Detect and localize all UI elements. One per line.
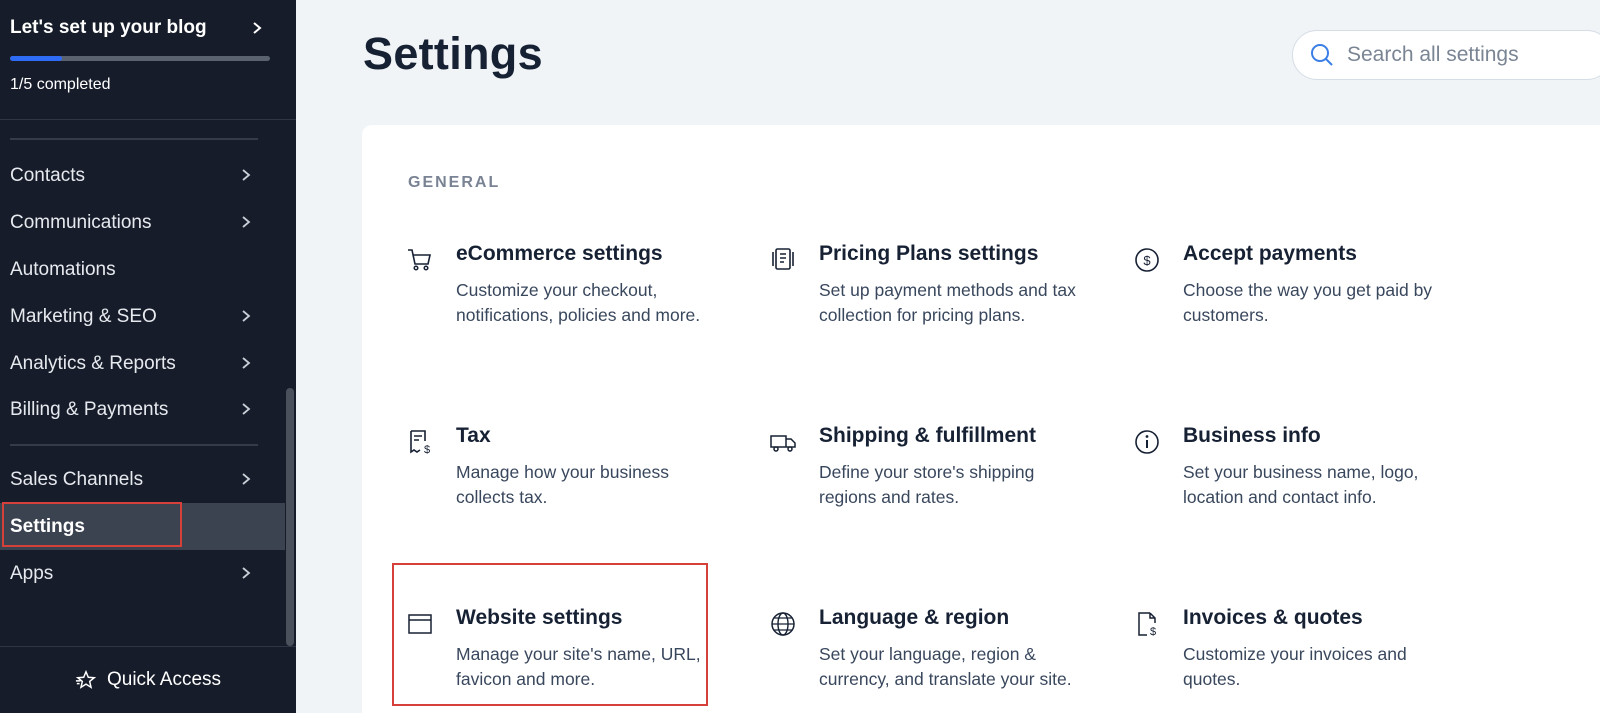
- sidebar-item-automations[interactable]: Automations: [0, 246, 285, 293]
- tile-title: Tax: [456, 424, 491, 447]
- tile-accept-payments[interactable]: $ Accept payments Choose the way you get…: [1133, 242, 1463, 382]
- quick-access-label: Quick Access: [106, 669, 222, 690]
- tile-title: Business info: [1183, 424, 1321, 447]
- quick-access-button[interactable]: Quick Access: [0, 646, 296, 713]
- sidebar-item-contacts[interactable]: Contacts: [0, 152, 285, 199]
- quick-access-icon: [75, 669, 97, 689]
- settings-card: GENERAL eCommerce settings Customize you…: [362, 125, 1600, 713]
- svg-text:$: $: [1150, 626, 1156, 638]
- tile-title: Accept payments: [1183, 242, 1357, 265]
- sidebar-item-label: Communications: [10, 211, 152, 233]
- sidebar-item-communications[interactable]: Communications: [0, 199, 285, 246]
- sidebar-item-marketing-seo[interactable]: Marketing & SEO: [0, 293, 285, 340]
- tile-title: Language & region: [819, 606, 1010, 629]
- search-box[interactable]: [1292, 30, 1600, 80]
- sidebar-item-label: Analytics & Reports: [10, 352, 176, 374]
- sidebar-item-label: Billing & Payments: [10, 398, 169, 420]
- sidebar-scrollbar[interactable]: [286, 388, 294, 646]
- tile-description: Customize your checkout, notifications, …: [456, 280, 701, 325]
- sidebar-item-label: Contacts: [10, 164, 85, 186]
- chevron-right-icon: [242, 169, 251, 181]
- setup-title[interactable]: Let's set up your blog: [10, 17, 207, 39]
- sidebar-item-label: Marketing & SEO: [10, 305, 157, 327]
- divider: [10, 444, 258, 446]
- sidebar-item-label: Sales Channels: [10, 468, 144, 490]
- tile-pricing-plans-settings[interactable]: Pricing Plans settings Set up payment me…: [769, 242, 1099, 382]
- globe-icon: [771, 612, 795, 636]
- tile-shipping-fulfillment[interactable]: Shipping & fulfillment Define your store…: [769, 424, 1099, 564]
- pricing-plans-icon: [772, 248, 794, 270]
- tile-language-region[interactable]: Language & region Set your language, reg…: [769, 606, 1099, 713]
- setup-progress-bar: [10, 56, 270, 61]
- tile-ecommerce-settings[interactable]: eCommerce settings Customize your checko…: [406, 242, 736, 382]
- sidebar: Let's set up your blog 1/5 completed Con…: [0, 0, 296, 713]
- search-icon: [1311, 44, 1333, 66]
- sidebar-item-billing-payments[interactable]: Billing & Payments: [0, 386, 285, 433]
- tile-title: Pricing Plans settings: [819, 242, 1039, 265]
- page-title: Settings: [363, 28, 543, 79]
- tile-business-info[interactable]: Business info Set your business name, lo…: [1133, 424, 1463, 564]
- browser-window-icon: [408, 614, 432, 634]
- tile-description: Manage how your business collects tax.: [456, 462, 670, 507]
- tile-title: Shipping & fulfillment: [819, 424, 1036, 447]
- tile-title: eCommerce settings: [456, 242, 663, 265]
- tile-description: Set your language, region & currency, an…: [819, 644, 1072, 689]
- tile-description: Customize your invoices and quotes.: [1183, 644, 1407, 689]
- sidebar-item-label: Automations: [10, 258, 116, 280]
- svg-text:$: $: [1143, 253, 1151, 268]
- sidebar-item-sales-channels[interactable]: Sales Channels: [0, 456, 285, 503]
- setup-progress-fill: [10, 56, 62, 61]
- sidebar-item-settings[interactable]: Settings: [0, 503, 285, 550]
- svg-text:$: $: [424, 444, 430, 456]
- dollar-circle-icon: $: [1135, 248, 1159, 272]
- chevron-right-icon: [242, 357, 251, 369]
- tile-description: Set your business name, logo, location a…: [1183, 462, 1419, 507]
- truck-icon: [770, 435, 796, 452]
- chevron-right-icon: [242, 567, 251, 579]
- tax-receipt-icon: $: [410, 430, 430, 456]
- tile-description: Manage your site's name, URL, favicon an…: [456, 644, 701, 689]
- tile-invoices-quotes[interactable]: $ Invoices & quotes Customize your invoi…: [1133, 606, 1463, 713]
- tile-description: Define your store's shipping regions and…: [819, 462, 1035, 507]
- info-icon: [1135, 430, 1159, 454]
- tile-title: Invoices & quotes: [1183, 606, 1363, 629]
- sidebar-item-analytics-reports[interactable]: Analytics & Reports: [0, 340, 285, 387]
- divider: [10, 138, 258, 140]
- sidebar-item-label: Settings: [10, 515, 85, 537]
- cart-icon: [408, 249, 431, 271]
- chevron-right-icon[interactable]: [250, 18, 264, 38]
- tile-description: Set up payment methods and tax collectio…: [819, 280, 1076, 325]
- tile-description: Choose the way you get paid by customers…: [1183, 280, 1433, 325]
- chevron-right-icon: [242, 403, 251, 415]
- setup-progress-panel[interactable]: Let's set up your blog 1/5 completed: [0, 0, 296, 120]
- tile-website-settings[interactable]: Website settings Manage your site's name…: [406, 606, 736, 713]
- search-input[interactable]: [1347, 43, 1597, 67]
- invoice-icon: $: [1138, 612, 1156, 638]
- section-label-general: GENERAL: [408, 174, 501, 191]
- chevron-right-icon: [242, 473, 251, 485]
- tile-tax[interactable]: $ Tax Manage how your business collects …: [406, 424, 736, 564]
- sidebar-item-apps[interactable]: Apps: [0, 550, 285, 597]
- setup-status: 1/5 completed: [10, 76, 111, 93]
- chevron-right-icon: [242, 310, 251, 322]
- tile-title: Website settings: [456, 606, 623, 629]
- sidebar-item-label: Apps: [10, 562, 54, 584]
- chevron-right-icon: [242, 216, 251, 228]
